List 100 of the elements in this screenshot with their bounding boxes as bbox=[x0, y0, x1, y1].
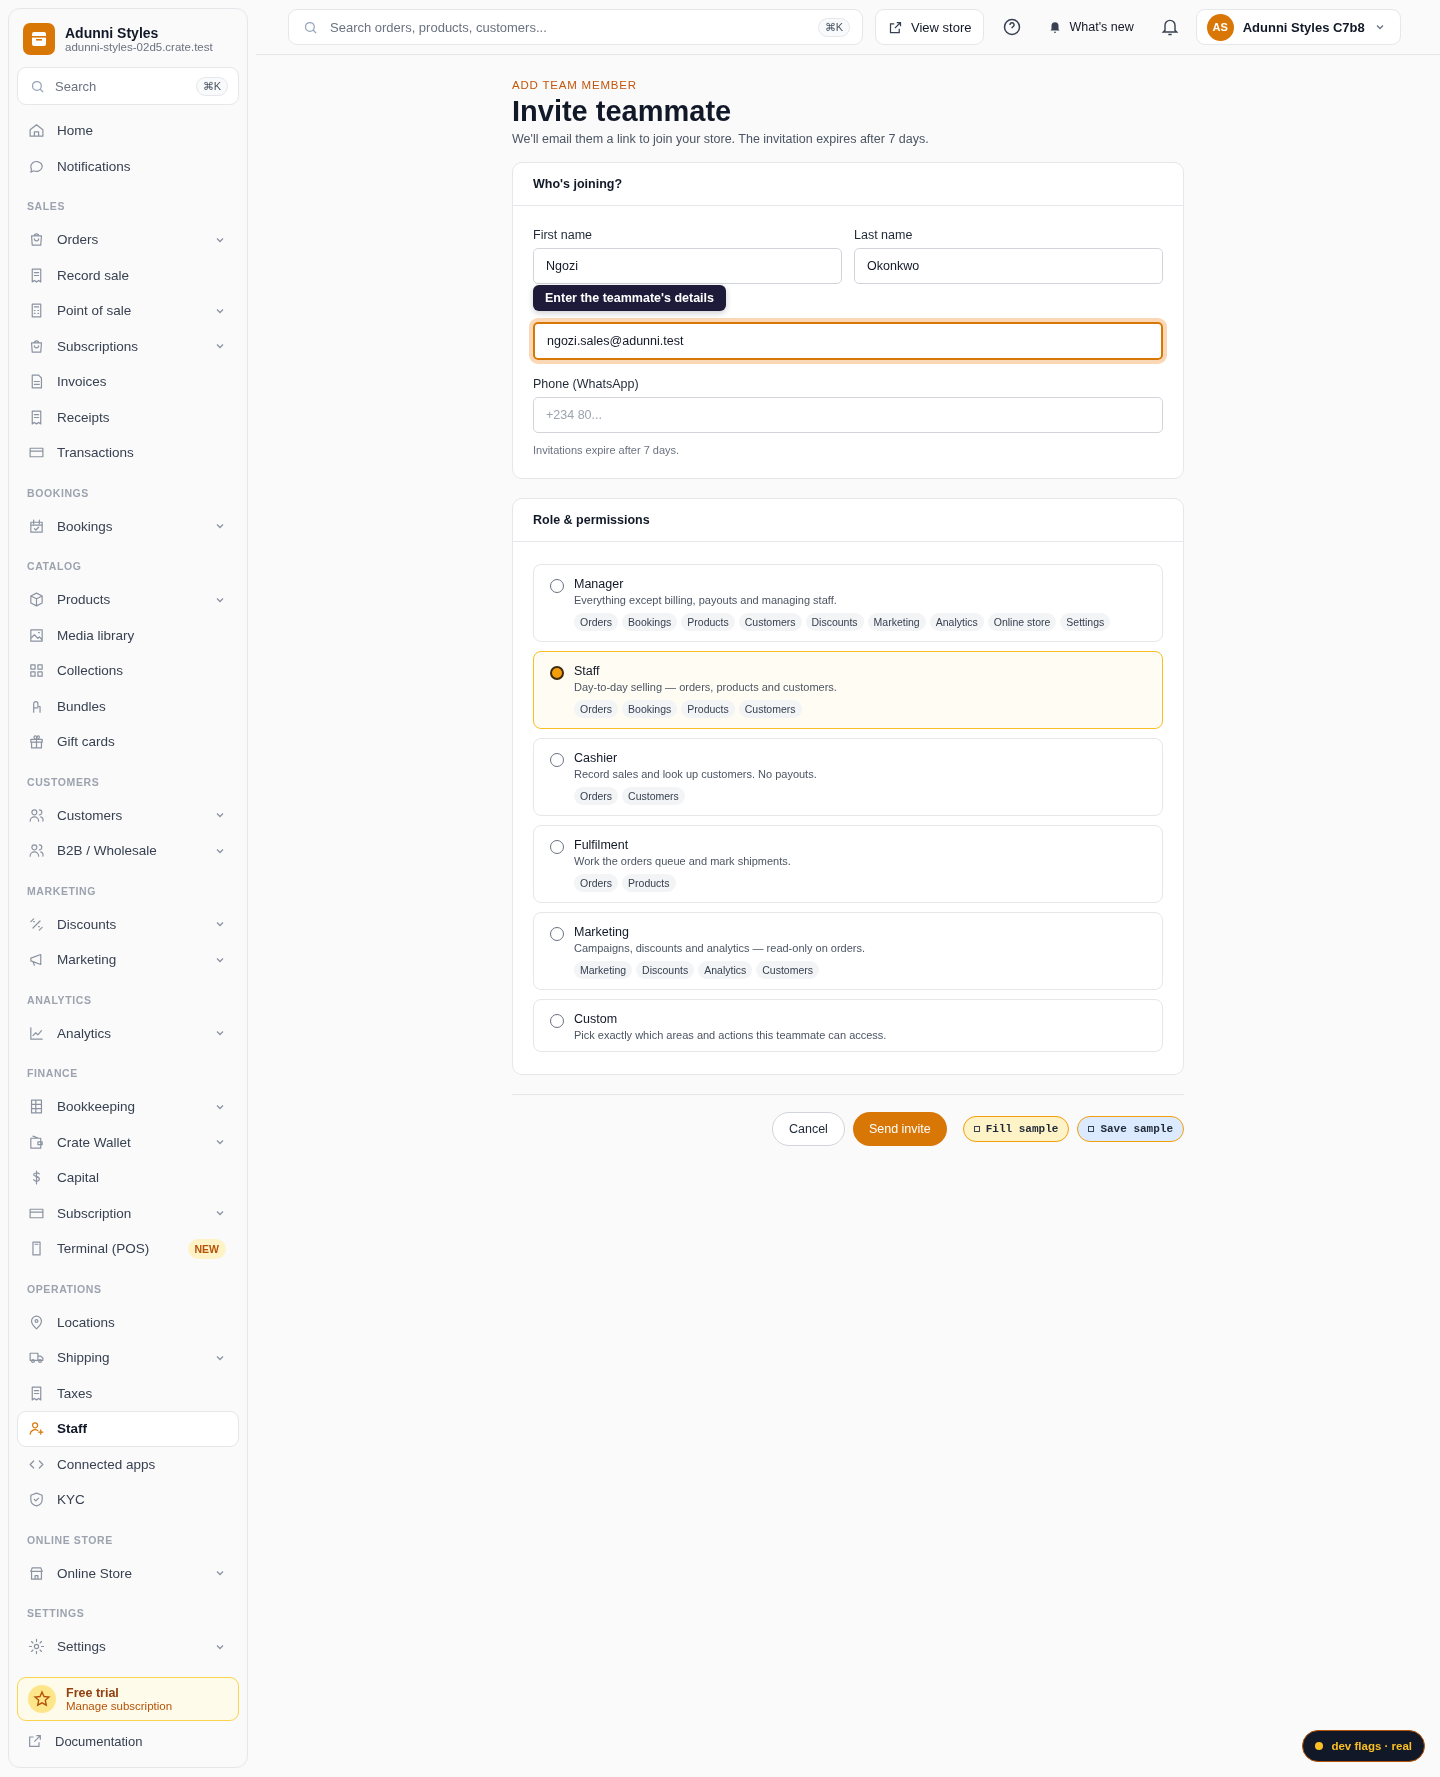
trial-title: Free trial bbox=[66, 1686, 120, 1700]
nav-item[interactable]: Products bbox=[17, 582, 239, 618]
nav-item[interactable]: Crate Wallet bbox=[17, 1124, 239, 1160]
nav-item[interactable]: Invoices bbox=[17, 364, 239, 400]
sidebar-search-field[interactable]: Search ⌘K bbox=[17, 67, 239, 105]
role-option[interactable]: Manager Everything except billing, payouts and managing staff. Orders Bookings Products Customers Discounts Marketing Analytics Online store Settings bbox=[533, 564, 1163, 642]
store-logo-icon bbox=[23, 23, 55, 55]
nav-item[interactable]: Discounts bbox=[17, 906, 239, 942]
documentation-link[interactable]: Documentation bbox=[17, 1723, 239, 1759]
whats-new-button[interactable]: What's new bbox=[1038, 20, 1144, 34]
cancel-button[interactable]: Cancel bbox=[771, 1112, 845, 1146]
permission-tag: Marketing bbox=[867, 613, 926, 631]
input-field[interactable]: Ngozi bbox=[533, 248, 842, 284]
nav-item[interactable]: Locations bbox=[17, 1304, 239, 1340]
nav-item[interactable]: Subscription bbox=[17, 1195, 239, 1231]
role-description: Work the orders queue and mark shipments. bbox=[574, 855, 791, 867]
new-badge: NEW bbox=[187, 1238, 226, 1259]
nav-item[interactable]: Marketing bbox=[17, 942, 239, 978]
search-placeholder: Search bbox=[55, 78, 98, 94]
nav-section-heading: ONLINE STORE bbox=[26, 1532, 114, 1548]
nav-item[interactable]: Subscriptions bbox=[17, 328, 239, 364]
permission-tag: Customers bbox=[738, 700, 802, 718]
table-icon bbox=[28, 1098, 45, 1116]
nav-item[interactable]: Capital bbox=[17, 1160, 239, 1196]
nav-section-heading: ANALYTICS bbox=[26, 992, 93, 1008]
dev-sample-button[interactable]: Fill sample bbox=[962, 1116, 1070, 1142]
nav-item[interactable]: Transactions bbox=[17, 435, 239, 471]
account-menu-button[interactable]: AS Adunni Styles C7b8 bbox=[1195, 9, 1401, 45]
nav-item[interactable]: Media library bbox=[17, 617, 239, 653]
input-field[interactable]: Okonkwo bbox=[854, 248, 1163, 284]
nav-item[interactable]: Staff bbox=[17, 1411, 239, 1447]
radio-button[interactable] bbox=[550, 1014, 564, 1028]
role-name: Fulfilment bbox=[574, 838, 630, 852]
radio-button[interactable] bbox=[550, 927, 564, 941]
role-description: Record sales and look up customers. No payouts. bbox=[574, 768, 817, 780]
role-option[interactable]: Cashier Record sales and look up customers. No payouts. Orders Customers bbox=[533, 738, 1163, 816]
role-name: Staff bbox=[574, 664, 601, 678]
permission-tag: Discounts bbox=[636, 961, 695, 979]
nav-item[interactable]: Analytics bbox=[17, 1015, 239, 1051]
nav-section-heading: CATALOG bbox=[26, 559, 83, 574]
nav-item[interactable]: Terminal (POS) NEW bbox=[17, 1231, 239, 1267]
nav-item[interactable]: Bundles bbox=[17, 688, 239, 724]
nav-item[interactable]: Receipts bbox=[17, 399, 239, 435]
nav-item[interactable]: B2B / Wholesale bbox=[17, 833, 239, 869]
nav-item[interactable]: Home bbox=[17, 113, 239, 149]
nav-item[interactable]: Bookings bbox=[17, 508, 239, 544]
permission-tag: Bookings bbox=[622, 613, 678, 631]
nav-item[interactable]: Orders bbox=[17, 222, 239, 258]
radio-button[interactable] bbox=[550, 840, 564, 854]
shortcut-badge: ⌘K bbox=[817, 17, 850, 37]
permission-tag: Discounts bbox=[805, 613, 864, 631]
role-option[interactable]: Marketing Campaigns, discounts and analytics — read-only on orders. Marketing Discounts Analytics Customers bbox=[533, 912, 1163, 990]
nav-item[interactable]: KYC bbox=[17, 1482, 239, 1518]
nav-section-heading: CUSTOMERS bbox=[26, 774, 101, 790]
global-search-field[interactable]: Search orders, products, customers... ⌘K bbox=[288, 9, 863, 45]
radio-button[interactable] bbox=[550, 579, 564, 593]
home-icon bbox=[28, 122, 45, 140]
free-trial-card[interactable]: Free trial Manage subscription bbox=[17, 1677, 239, 1721]
nav-item[interactable]: Gift cards bbox=[17, 724, 239, 760]
manage-subscription-link[interactable]: Manage subscription bbox=[66, 1700, 173, 1712]
role-option[interactable]: Fulfilment Work the orders queue and mark shipments. Orders Products bbox=[533, 825, 1163, 903]
nav-item[interactable]: Point of sale bbox=[17, 293, 239, 329]
radio-button[interactable] bbox=[550, 666, 564, 680]
permission-tag: Online store bbox=[987, 613, 1057, 631]
dev-flags-pill[interactable]: dev flags · real bbox=[1302, 1730, 1425, 1762]
nav-item[interactable]: Notifications bbox=[17, 148, 239, 184]
page-title: Invite teammate bbox=[512, 95, 733, 128]
nav-item[interactable]: Connected apps bbox=[17, 1446, 239, 1482]
people-icon bbox=[28, 842, 45, 860]
shopping-bag-icon bbox=[28, 231, 45, 249]
store-domain: adunni-styles-02d5.crate.test bbox=[65, 41, 213, 53]
square-icon bbox=[973, 1126, 980, 1132]
page-eyebrow: ADD TEAM MEMBER bbox=[512, 79, 638, 91]
field-hint: Invitations expire after 7 days. bbox=[533, 444, 681, 456]
role-option[interactable]: Staff Day-to-day selling — orders, products and customers. Orders Bookings Products Customers bbox=[533, 651, 1163, 729]
tooltip: Enter the teammate's details bbox=[533, 285, 726, 311]
nav-section-heading: SALES bbox=[26, 199, 66, 214]
account-name: Adunni Styles C7b8 bbox=[1242, 19, 1365, 35]
role-name: Marketing bbox=[574, 925, 630, 939]
nav-item[interactable]: Record sale bbox=[17, 257, 239, 293]
field-label: Last name bbox=[854, 228, 914, 242]
nav-section-heading: OPERATIONS bbox=[26, 1281, 103, 1297]
nav-item[interactable]: Bookkeeping bbox=[17, 1089, 239, 1125]
role-description: Day-to-day selling — orders, products and customers. bbox=[574, 681, 837, 693]
dev-sample-button[interactable]: Save sample bbox=[1077, 1116, 1184, 1142]
radio-button[interactable] bbox=[550, 753, 564, 767]
nav-item[interactable]: Taxes bbox=[17, 1375, 239, 1411]
nav-item[interactable]: Collections bbox=[17, 653, 239, 689]
nav-section-heading: SETTINGS bbox=[26, 1606, 86, 1621]
notifications-bell-icon[interactable] bbox=[1159, 17, 1180, 37]
nav-item[interactable]: Online Store bbox=[17, 1555, 239, 1591]
help-icon[interactable] bbox=[1002, 17, 1023, 37]
role-description: Everything except billing, payouts and managing staff. bbox=[574, 594, 838, 606]
role-option[interactable]: Custom Pick exactly which areas and actions this teammate can access. bbox=[533, 999, 1163, 1052]
permission-tag: Settings bbox=[1060, 613, 1111, 631]
permission-tag: Orders bbox=[574, 700, 619, 718]
nav-item[interactable]: Settings bbox=[17, 1629, 239, 1665]
view-store-button[interactable]: View store bbox=[875, 9, 985, 45]
nav-item[interactable]: Customers bbox=[17, 797, 239, 833]
nav-item[interactable]: Shipping bbox=[17, 1340, 239, 1376]
